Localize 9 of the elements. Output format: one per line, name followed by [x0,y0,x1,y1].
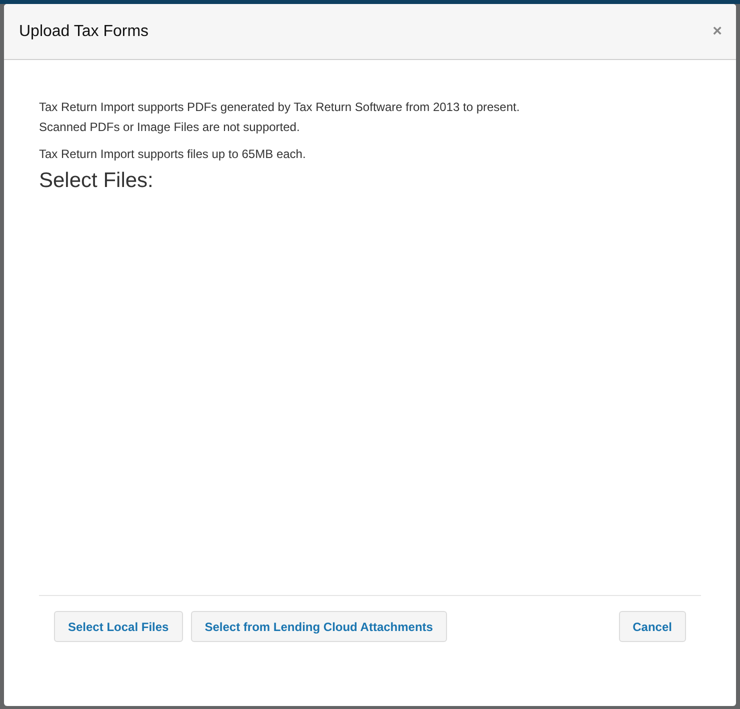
dialog-title: Upload Tax Forms [19,22,149,42]
section-heading: Select Files: [39,168,154,194]
select-button[interactable]: Select Local Files [54,611,183,642]
select-button[interactable]: Select from Lending Cloud Attachments [190,611,447,642]
info-text: Tax Return Import supports files up to 65MB each. [39,146,307,163]
cancel-button[interactable]: Cancel [618,611,686,642]
info-text: Scanned PDFs or Image Files are not supported. [39,119,301,136]
info-text: Tax Return Import supports PDFs generated by Tax Return Software from 2013 to present. [39,99,521,116]
close-button[interactable]: × [712,24,722,40]
